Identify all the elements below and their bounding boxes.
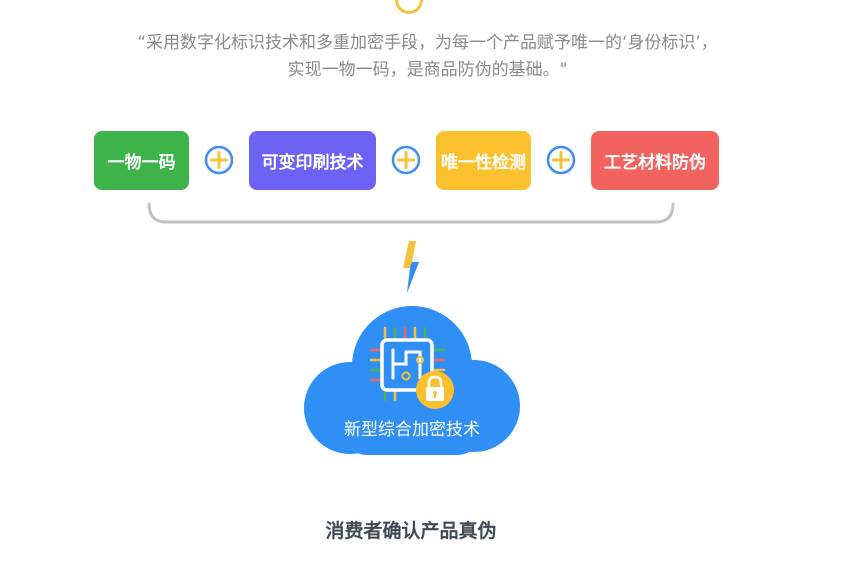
feature-tag-label: 可变印刷技术 [261, 153, 364, 173]
feature-tag-label: 一物一码 [107, 153, 176, 173]
plus-icon [546, 145, 576, 175]
feature-tag-label: 工艺材料防伪 [604, 153, 706, 173]
grouping-bracket [147, 202, 675, 224]
plus-icon [391, 145, 421, 175]
intro-line-1: “采用数字化标识技术和多重加密手段，为每一个产品赋予唯一的‘身份标识’， [137, 33, 718, 53]
feature-tag-material-anti-counterfeit: 工艺材料防伪 [591, 131, 719, 190]
feature-tag-label: 唯一性检测 [441, 153, 526, 173]
feature-tag-one-item-one-code: 一物一码 [94, 131, 189, 190]
intro-quote: “采用数字化标识技术和多重加密手段，为每一个产品赋予唯一的‘身份标识’， 实现一… [40, 30, 815, 84]
feature-tag-variable-printing: 可变印刷技术 [249, 131, 376, 190]
lightning-icon [403, 241, 419, 293]
cloud-label: 新型综合加密技术 [344, 420, 480, 440]
feature-tag-uniqueness-check: 唯一性检测 [436, 131, 531, 190]
intro-line-2: 实现一物一码，是商品防伪的基础。" [287, 60, 568, 80]
result-title: 消费者确认产品真伪 [325, 520, 497, 542]
lock-icon [416, 371, 454, 409]
decorative-arc-icon [389, 0, 429, 20]
anti-counterfeit-diagram: “采用数字化标识技术和多重加密手段，为每一个产品赋予唯一的‘身份标识’， 实现一… [0, 0, 855, 567]
plus-icon [204, 145, 234, 175]
